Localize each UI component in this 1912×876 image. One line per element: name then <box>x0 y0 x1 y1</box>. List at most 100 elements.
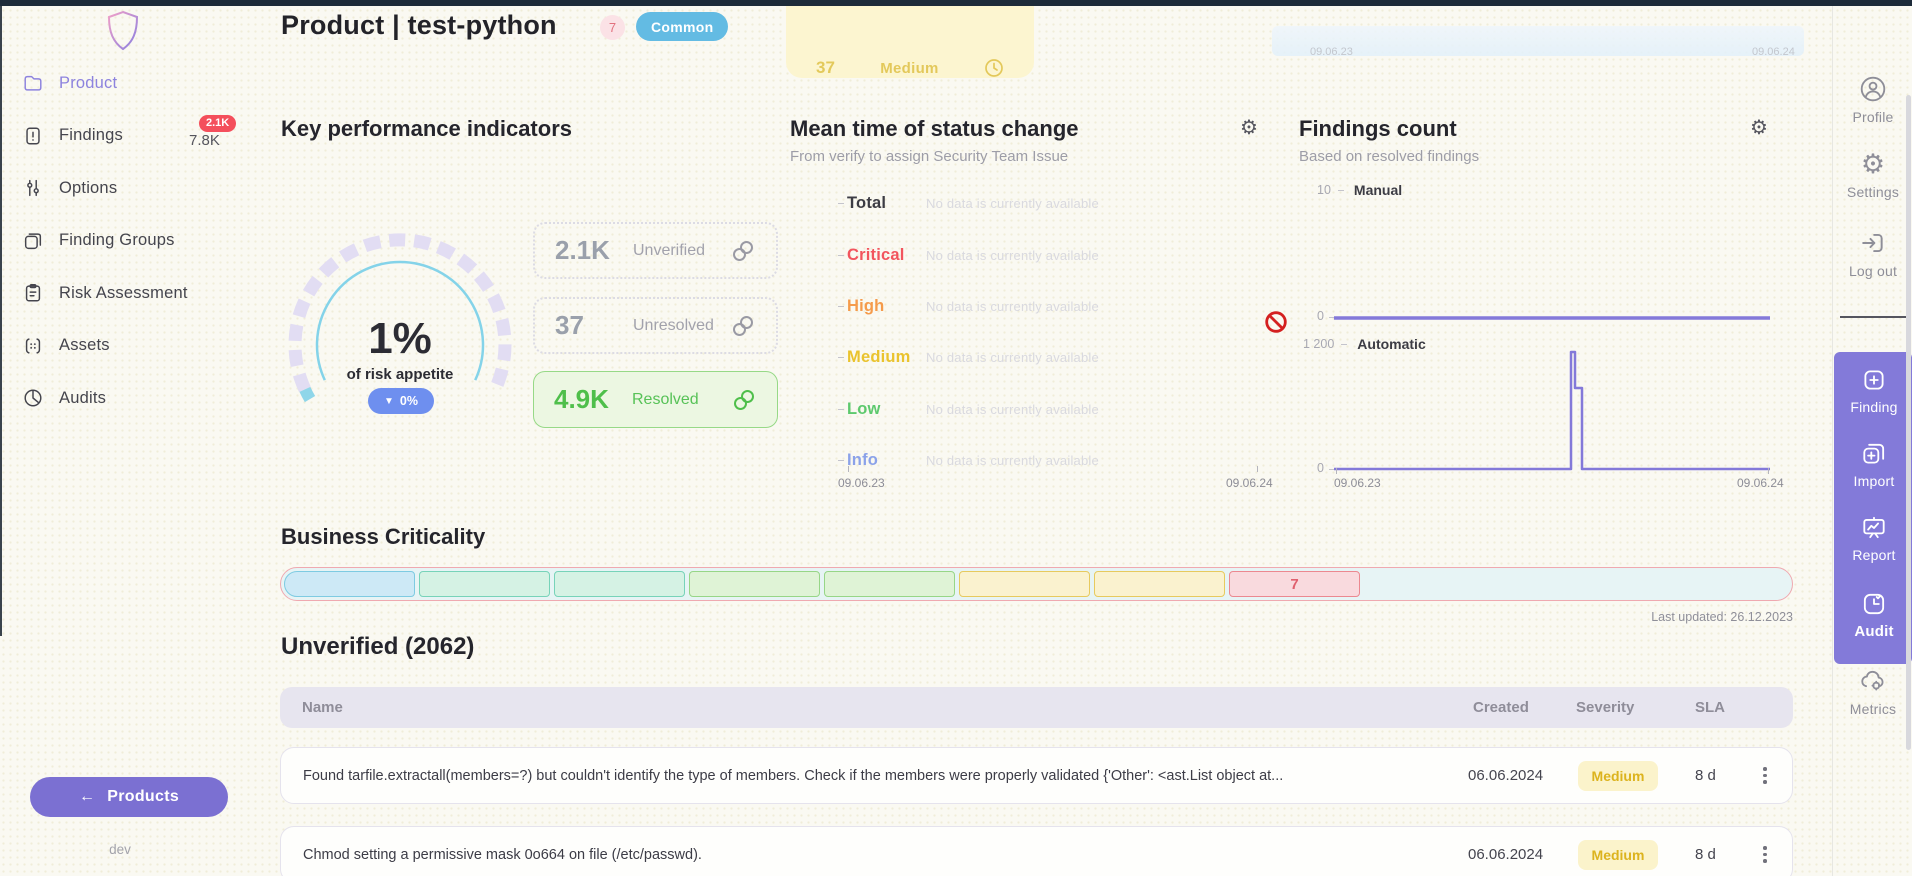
kpi-card-unresolved[interactable]: 37 Unresolved <box>533 297 778 354</box>
mean-time-row-critical: Critical No data is currently available <box>838 229 1278 280</box>
report-button[interactable]: Report <box>1834 514 1912 563</box>
sidebar-item-risk-assessment[interactable]: Risk Assessment <box>0 267 281 320</box>
finding-created-date: 06.06.2024 <box>1468 767 1543 784</box>
business-criticality-title: Business Criticality <box>281 524 485 550</box>
finding-sla: 8 d <box>1695 846 1716 863</box>
environment-label: dev <box>0 842 240 857</box>
kpi-value: 2.1K <box>555 235 633 266</box>
findings-count-settings-gear-icon[interactable]: ⚙ <box>1750 118 1768 138</box>
mean-time-row-info: Info No data is currently available <box>838 435 1278 486</box>
row-kebab-menu-icon[interactable] <box>1755 840 1775 870</box>
page-title: Product | test-python <box>281 10 557 41</box>
mean-time-row-high: High No data is currently available <box>838 281 1278 332</box>
sidebar-item-findings[interactable]: Findings 2.1K 7.8K <box>0 110 281 163</box>
kpi-label: Resolved <box>632 391 731 409</box>
report-label: Report <box>1852 547 1895 563</box>
clipboard-icon <box>22 282 44 304</box>
triangle-down-icon: ▼ <box>384 396 394 407</box>
import-button[interactable]: Import <box>1834 440 1912 489</box>
x-axis-tick <box>848 466 849 472</box>
finding-sla: 8 d <box>1695 767 1716 784</box>
logout-icon <box>1858 228 1888 258</box>
criticality-segment[interactable] <box>959 571 1090 597</box>
kpi-section-title: Key performance indicators <box>281 116 572 142</box>
criticality-segment[interactable] <box>419 571 550 597</box>
arrow-left-icon: ← <box>79 788 95 806</box>
settings-button[interactable]: ⚙ Settings <box>1833 149 1912 200</box>
severity-badge: Medium <box>1578 840 1658 870</box>
peek-axis-date: 09.06.23 <box>1310 46 1353 58</box>
criticality-segment[interactable] <box>1094 571 1225 597</box>
link-icon[interactable] <box>730 238 756 264</box>
kpi-label: Unresolved <box>633 317 730 335</box>
findings-count-section-title: Findings count <box>1299 116 1457 142</box>
severity-label: Critical <box>847 246 905 265</box>
logout-button[interactable]: Log out <box>1833 228 1912 279</box>
right-sidebar: Profile ⚙ Settings Log out Finding <box>1832 6 1912 876</box>
add-finding-label: Finding <box>1850 399 1897 415</box>
sidebar-item-audits[interactable]: Audits <box>0 372 281 425</box>
link-icon[interactable] <box>730 313 756 339</box>
kpi-card-unverified[interactable]: 2.1K Unverified <box>533 222 778 279</box>
add-finding-icon <box>1860 366 1888 394</box>
column-header-sla: SLA <box>1695 699 1725 716</box>
product-type-tag: Common <box>636 12 728 41</box>
sidebar-item-label: Assets <box>59 336 110 355</box>
criticality-segment[interactable] <box>824 571 955 597</box>
table-row[interactable]: Found tarfile.extractall(members=?) but … <box>280 747 1793 804</box>
sidebar-item-assets[interactable]: Assets <box>0 320 281 373</box>
table-row[interactable]: Chmod setting a permissive mask 0o664 on… <box>280 826 1793 876</box>
sidebar-item-finding-groups[interactable]: Finding Groups <box>0 215 281 268</box>
x-axis-date: 09.06.24 <box>1737 476 1784 490</box>
finding-name: Chmod setting a permissive mask 0o664 on… <box>303 847 1443 863</box>
kpi-card-resolved[interactable]: 4.9K Resolved <box>533 371 778 428</box>
scrolled-severity-card: 37 Medium <box>786 6 1034 78</box>
app-root: Product Findings 2.1K 7.8K Options Findi… <box>0 0 1912 876</box>
no-data-text: No data is currently available <box>926 453 1099 468</box>
criticality-segment-current[interactable]: 7 <box>1229 571 1360 597</box>
sidebar-item-label: Finding Groups <box>59 231 175 250</box>
peek-count: 37 <box>816 58 835 78</box>
column-header-severity: Severity <box>1576 699 1634 716</box>
profile-button[interactable]: Profile <box>1833 74 1912 125</box>
axis-tick <box>838 255 844 256</box>
product-count-badge: 7 <box>600 15 625 40</box>
criticality-segment[interactable] <box>689 571 820 597</box>
row-kebab-menu-icon[interactable] <box>1755 761 1775 791</box>
vertical-scrollbar[interactable] <box>1906 95 1911 750</box>
stacked-pages-icon <box>22 230 44 252</box>
mean-time-settings-gear-icon[interactable]: ⚙ <box>1240 118 1258 138</box>
sidebar-item-label: Risk Assessment <box>59 284 188 303</box>
metrics-label: Metrics <box>1850 701 1897 717</box>
audit-label: Audit <box>1854 623 1893 640</box>
no-data-text: No data is currently available <box>926 402 1099 417</box>
axis-tick <box>1341 344 1347 345</box>
criticality-segment[interactable] <box>554 571 685 597</box>
back-to-products-button[interactable]: ← Products <box>30 777 228 817</box>
axis-tick <box>838 460 844 461</box>
gauge-delta-badge: ▼ 0% <box>368 388 434 414</box>
add-finding-button[interactable]: Finding <box>1834 366 1912 415</box>
gauge-caption: of risk appetite <box>320 366 480 383</box>
unverified-section-title: Unverified (2062) <box>281 633 474 661</box>
back-to-products-label: Products <box>107 788 179 806</box>
findings-count-subtitle: Based on resolved findings <box>1299 148 1479 165</box>
last-updated-text: Last updated: 26.12.2023 <box>1493 610 1793 624</box>
import-icon <box>1860 440 1888 468</box>
gauge-value: 1% <box>330 314 470 364</box>
sidebar-item-product[interactable]: Product <box>0 57 281 110</box>
profile-icon <box>1858 74 1888 104</box>
table-header: Name Created Severity SLA <box>280 687 1793 728</box>
logout-label: Log out <box>1849 263 1897 279</box>
sidebar-item-label: Options <box>59 179 117 198</box>
app-logo-shield-icon <box>102 9 144 53</box>
criticality-segment[interactable] <box>284 571 415 597</box>
sidebar-item-options[interactable]: Options <box>0 162 281 215</box>
assets-grid-icon <box>22 335 44 357</box>
quick-actions-panel: Finding Import Report Audit <box>1834 352 1912 664</box>
metrics-button[interactable]: Metrics <box>1833 666 1912 717</box>
link-icon[interactable] <box>731 387 757 413</box>
pie-chart-icon <box>22 387 44 409</box>
audit-button[interactable]: Audit <box>1834 590 1912 640</box>
gauge-delta-value: 0% <box>400 394 418 408</box>
